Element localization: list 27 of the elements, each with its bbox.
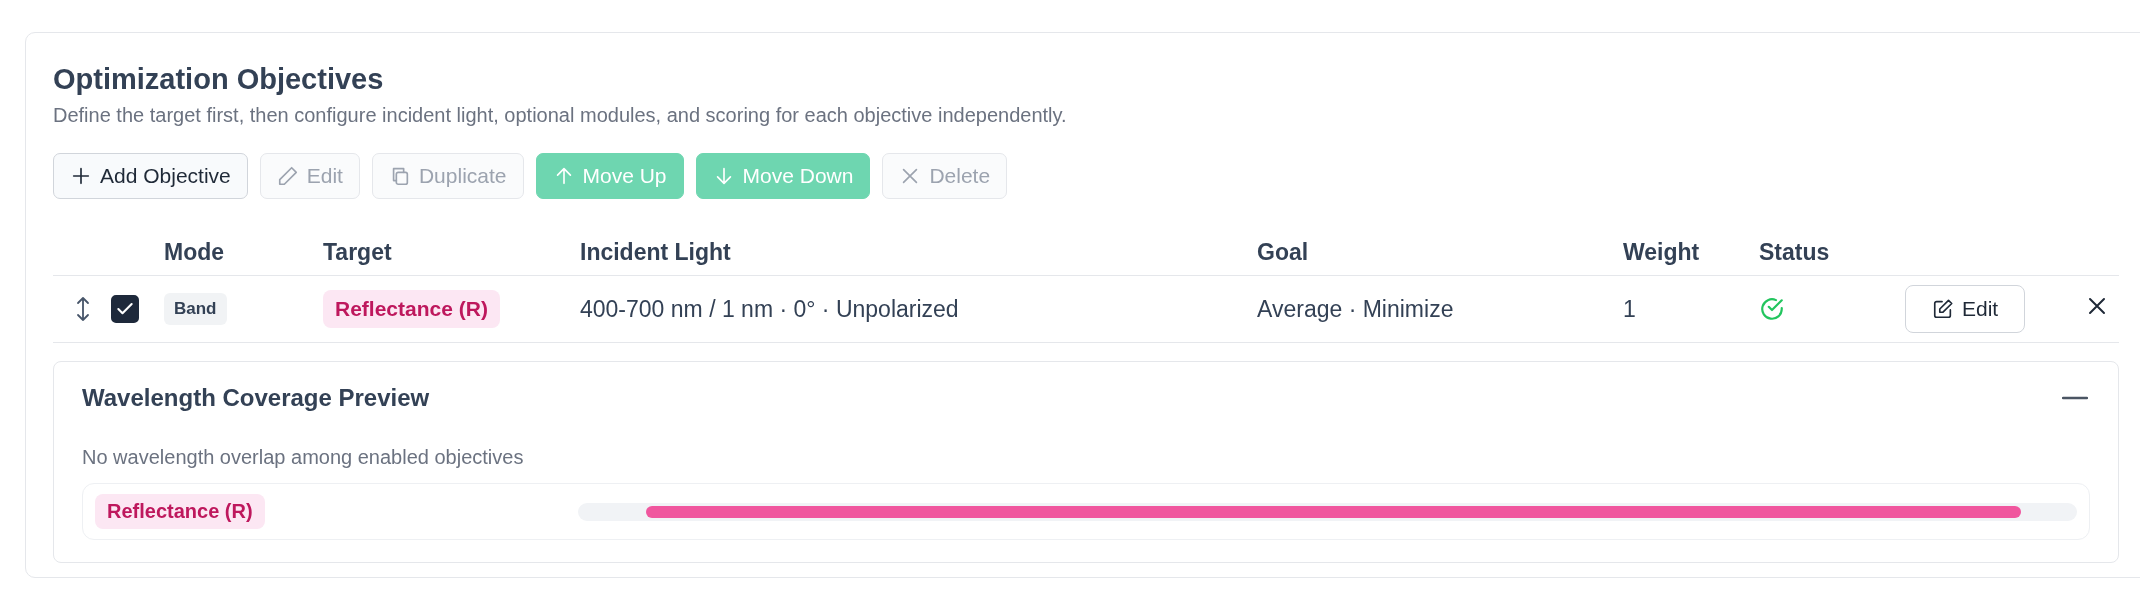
- toolbar-button[interactable]: Move Up: [535, 153, 684, 199]
- toolbar-button[interactable]: Add Objective: [53, 153, 248, 199]
- drag-handle-icon[interactable]: [75, 296, 91, 322]
- section-title: Wavelength Coverage Preview: [82, 384, 430, 412]
- edit-icon: [1932, 298, 1954, 320]
- column-header: Incident Light: [580, 238, 732, 266]
- table-cell-text: Average · Minimize: [1257, 295, 1455, 323]
- coverage-message: No wavelength overlap among enabled objectives: [82, 446, 525, 469]
- column-header: Target: [323, 238, 393, 266]
- column-header: Mode: [164, 238, 226, 266]
- mode-badge: Band: [164, 293, 227, 325]
- table-cell-text: 400-700 nm / 1 nm · 0° · Unpolarized: [580, 295, 960, 323]
- panel-description: Define the target first, then configure incident light, optional modules, and scoring for each objective independently.: [53, 104, 1068, 127]
- toolbar-button[interactable]: Move Down: [695, 153, 871, 199]
- plus-icon: [70, 165, 92, 187]
- target-tag: Reflectance (R): [323, 290, 500, 328]
- column-header: Goal: [1257, 238, 1310, 266]
- table-cell-text: 1: [1623, 295, 1637, 323]
- panel-title: Optimization Objectives: [53, 63, 385, 96]
- target-tag: Reflectance (R): [95, 494, 265, 529]
- edit-button[interactable]: Edit: [1905, 285, 2026, 333]
- column-header: Status: [1759, 238, 1831, 266]
- row-checkbox[interactable]: [111, 295, 139, 323]
- minus-icon: [2062, 396, 2088, 400]
- pencil-icon: [276, 165, 299, 187]
- column-header: Weight: [1623, 238, 1701, 266]
- check-circle-icon: [1759, 296, 1785, 322]
